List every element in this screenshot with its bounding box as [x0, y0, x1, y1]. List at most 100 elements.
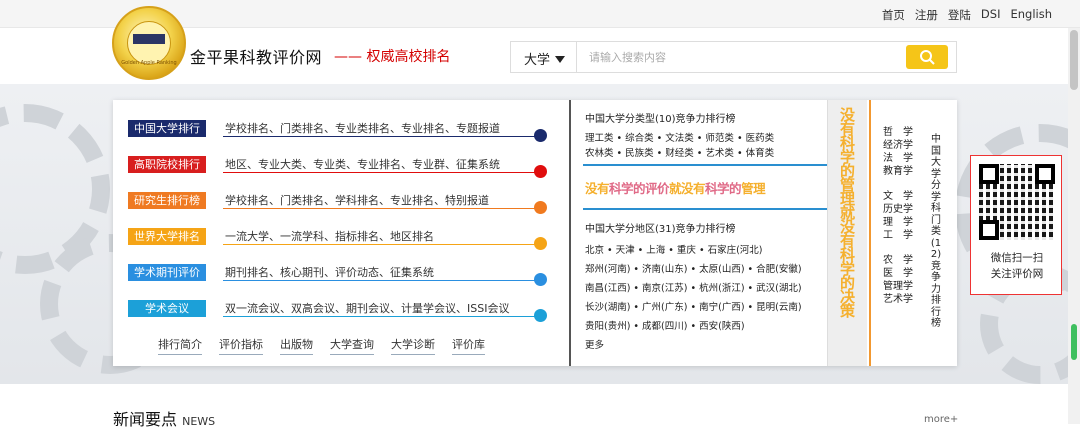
category-label[interactable]: 学术会议	[128, 300, 206, 317]
subject-item[interactable]: 工 学	[881, 229, 915, 242]
news-title: 新闻要点 NEWS	[113, 406, 215, 430]
search-category-select[interactable]: 大学	[511, 42, 577, 72]
news-more-link[interactable]: more+	[924, 414, 958, 425]
region-row[interactable]: 南昌(江西) • 南京(江苏) • 杭州(浙江) • 武汉(湖北)	[585, 279, 802, 298]
category-label[interactable]: 研究生排行榜	[128, 192, 206, 209]
subject-item[interactable]: 管理学	[881, 280, 915, 293]
subject-item[interactable]: 理 学	[881, 216, 915, 229]
category-label[interactable]: 学术期刊评价	[128, 264, 206, 281]
qr-line1: 微信扫一扫	[990, 252, 1044, 264]
register-link[interactable]: 注册	[915, 7, 938, 23]
subject-list: 哲 学 经济学 法 学 教育学 文 学 历史学 理 学 工 学 农 学 医 学 …	[881, 126, 915, 306]
category-row[interactable]: 学术会议 双一流会议、双高会议、期刊会议、计量学会议、ISSI会议	[128, 300, 509, 317]
search-input[interactable]	[577, 42, 897, 72]
category-underline	[223, 244, 543, 245]
category-links[interactable]: 学校排名、门类排名、学科排名、专业排名、特别报道	[225, 192, 489, 208]
category-row[interactable]: 高职院校排行 地区、专业大类、专业类、专业排名、专业群、征集系统	[128, 156, 500, 173]
vertical-slogan-text: 没有科学的管理就没有科学的决策	[839, 106, 855, 320]
category-dot	[534, 129, 547, 142]
side-widget[interactable]	[1071, 324, 1077, 360]
nav-intro[interactable]: 排行简介	[158, 336, 202, 355]
nav-evaluation-db[interactable]: 评价库	[452, 336, 485, 355]
site-logo[interactable]: Golden Apple Ranking	[112, 6, 186, 80]
qr-panel: 微信扫一扫 关注评价网	[970, 155, 1062, 295]
category-label[interactable]: 高职院校排行	[128, 156, 206, 173]
region-row[interactable]: 北京 • 天津 • 上海 • 重庆 • 石家庄(河北)	[585, 241, 802, 260]
category-links[interactable]: 双一流会议、双高会议、期刊会议、计量学会议、ISSI会议	[225, 300, 509, 316]
type-ranking-title[interactable]: 中国大学分类型(10)竞争力排行榜	[585, 110, 774, 125]
category-dot	[534, 309, 547, 322]
subject-item[interactable]: 农 学	[881, 254, 915, 267]
type-ranking-block: 中国大学分类型(10)竞争力排行榜 理工类 • 综合类 • 文法类 • 师范类 …	[585, 110, 774, 161]
category-underline	[223, 280, 543, 281]
slogan-banner: 没有科学的评价就没有科学的管理	[585, 178, 827, 200]
subject-item[interactable]: 艺术学	[881, 293, 915, 306]
vertical-slogan: 没有科学的管理就没有科学的决策	[827, 100, 867, 366]
category-label[interactable]: 中国大学排行	[128, 120, 206, 137]
region-row[interactable]: 郑州(河南) • 济南(山东) • 太原(山西) • 合肥(安徽)	[585, 260, 802, 279]
banner-text: 管理	[741, 181, 766, 196]
nav-university-query[interactable]: 大学查询	[330, 336, 374, 355]
region-ranking-block: 中国大学分地区(31)竞争力排行榜 北京 • 天津 • 上海 • 重庆 • 石家…	[585, 220, 802, 355]
banner-text: 科学的	[705, 181, 742, 196]
category-row[interactable]: 研究生排行榜 学校排名、门类排名、学科排名、专业排名、特别报道	[128, 192, 489, 209]
category-dot	[534, 201, 547, 214]
subject-item[interactable]: 经济学	[881, 139, 915, 152]
category-row[interactable]: 世界大学排名 一流大学、一流学科、指标排名、地区排名	[128, 228, 434, 245]
category-links[interactable]: 期刊排名、核心期刊、评价动态、征集系统	[225, 264, 434, 280]
subject-item[interactable]: 教育学	[881, 165, 915, 178]
subject-item[interactable]: 法 学	[881, 152, 915, 165]
more-link[interactable]: 更多	[585, 336, 802, 355]
dsi-link[interactable]: DSI	[981, 7, 1001, 23]
login-link[interactable]: 登陆	[948, 7, 971, 23]
category-label[interactable]: 世界大学排名	[128, 228, 206, 245]
subject-item[interactable]: 文 学	[881, 190, 915, 203]
ranking-panel: 中国大学排行 学校排名、门类排名、专业类排名、专业排名、专题报道高职院校排行 地区、…	[113, 100, 957, 366]
category-row[interactable]: 学术期刊评价 期刊排名、核心期刊、评价动态、征集系统	[128, 264, 434, 281]
region-ranking-title[interactable]: 中国大学分地区(31)竞争力排行榜	[585, 220, 802, 235]
region-row[interactable]: 贵阳(贵州) • 成都(四川) • 西安(陕西)	[585, 317, 802, 336]
scrollbar[interactable]	[1068, 28, 1080, 424]
banner-text: 科学的评价	[609, 181, 670, 196]
orange-divider	[869, 100, 871, 366]
section-divider	[583, 164, 827, 166]
category-underline	[223, 316, 543, 317]
home-link[interactable]: 首页	[882, 7, 905, 23]
news-section: 新闻要点 NEWS more+	[0, 384, 1080, 429]
qr-caption: 微信扫一扫 关注评价网	[971, 250, 1063, 282]
search-icon	[920, 50, 935, 65]
qr-corner	[979, 164, 999, 184]
subject-item[interactable]: 哲 学	[881, 126, 915, 139]
logo-text: Golden Apple Ranking	[121, 60, 177, 66]
english-link[interactable]: English	[1010, 7, 1052, 23]
category-row[interactable]: 中国大学排行 学校排名、门类排名、专业类排名、专业排名、专题报道	[128, 120, 500, 137]
category-underline	[223, 208, 543, 209]
news-title-text: 新闻要点	[113, 410, 178, 429]
category-dot	[534, 237, 547, 250]
region-row[interactable]: 长沙(湖南) • 广州(广东) • 南宁(广西) • 昆明(云南)	[585, 298, 802, 317]
subject-ranking-title[interactable]: 中国大学分学科门类(12)竞争力排行榜	[929, 134, 943, 330]
search-button[interactable]	[906, 45, 948, 69]
nav-publications[interactable]: 出版物	[280, 336, 313, 355]
nav-university-diagnosis[interactable]: 大学诊断	[391, 336, 435, 355]
graduation-cap-icon	[133, 34, 165, 44]
search-category-value: 大学	[524, 53, 551, 68]
category-links[interactable]: 一流大学、一流学科、指标排名、地区排名	[225, 228, 434, 244]
scrollbar-thumb[interactable]	[1070, 30, 1078, 90]
qr-corner	[1035, 164, 1055, 184]
category-links[interactable]: 学校排名、门类排名、专业类排名、专业排名、专题报道	[225, 120, 500, 136]
section-divider	[583, 208, 827, 210]
banner-text: 没有	[585, 181, 610, 196]
subject-item[interactable]: 历史学	[881, 203, 915, 216]
type-ranking-row[interactable]: 理工类 • 综合类 • 文法类 • 师范类 • 医药类	[585, 131, 774, 146]
type-ranking-row[interactable]: 农林类 • 民族类 • 财经类 • 艺术类 • 体育类	[585, 146, 774, 161]
category-dot	[534, 165, 547, 178]
qr-line2: 关注评价网	[990, 268, 1044, 280]
qr-corner	[979, 220, 999, 240]
subject-item[interactable]: 医 学	[881, 267, 915, 280]
category-dot	[534, 273, 547, 286]
nav-indicators[interactable]: 评价指标	[219, 336, 263, 355]
category-links[interactable]: 地区、专业大类、专业类、专业排名、专业群、征集系统	[225, 156, 500, 172]
